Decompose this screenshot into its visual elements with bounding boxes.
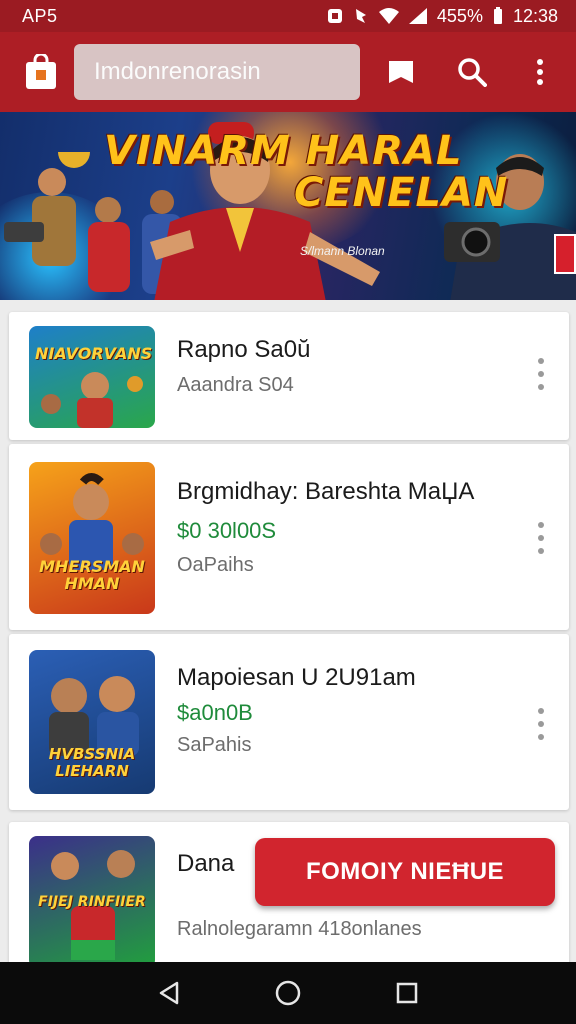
store-bag-icon[interactable] <box>24 52 58 90</box>
more-vert-icon[interactable] <box>535 708 547 740</box>
item-subtitle: SaPahis <box>177 734 252 756</box>
carrier-label: AP5 <box>22 5 58 26</box>
item-title: Mapoiesan U 2U91am <box>177 664 416 691</box>
banner-title-line2: CENELAN <box>294 170 509 216</box>
item-subtitle: OaPaihs <box>177 554 254 576</box>
alert-icon <box>355 9 366 23</box>
list-item[interactable]: NIAVORVANS Rapno Sa0ŭ Aaandra S04 <box>9 312 569 440</box>
app-thumbnail: HVBSSNIA LIEHARN <box>29 650 155 794</box>
item-price: $a0n0B <box>177 700 253 725</box>
app-thumbnail: NIAVORVANS <box>29 326 155 428</box>
thumbnail-title: NIAVORVANS <box>35 344 153 363</box>
banner-badge-icon <box>554 234 576 274</box>
primary-action-button[interactable]: FOMOIY NIEĦUE <box>255 838 555 906</box>
item-title: Dana <box>177 850 235 877</box>
promo-banner[interactable]: VINARM HARAL CENELAN S/lmann Blonan <box>0 112 576 300</box>
banner-subtitle: S/lmann Blonan <box>300 244 385 258</box>
status-bar: AP5 455% 12:38 <box>0 0 576 32</box>
more-vert-icon[interactable] <box>522 54 558 90</box>
list-item[interactable]: MHERSMAN HMAN Brgmidhay: Bareshta MaЏA $… <box>9 444 569 630</box>
back-icon[interactable] <box>149 973 189 1013</box>
banner-title-line1: VINARM HARAL <box>104 128 463 174</box>
search-icon[interactable] <box>454 54 490 90</box>
thumbnail-title: MHERSMAN HMAN <box>39 557 145 593</box>
battery-icon <box>493 7 502 24</box>
search-input[interactable]: Imdonrenorasin <box>74 44 360 100</box>
list-item[interactable]: HVBSSNIA LIEHARN Mapoiesan U 2U91am $a0n… <box>9 634 569 810</box>
battery-level: 455% <box>436 5 483 26</box>
thumbnail-title: HVBSSNIA LIEHARN <box>48 745 136 780</box>
more-vert-icon[interactable] <box>535 358 547 390</box>
item-price: $0 30l00S <box>177 518 277 543</box>
notification-icon <box>327 9 342 23</box>
recents-icon[interactable] <box>387 973 427 1013</box>
app-bar: Imdonrenorasin <box>0 32 576 112</box>
system-nav-bar <box>0 962 576 1024</box>
banner-title: VINARM HARAL CENELAN <box>104 128 509 216</box>
signal-icon <box>408 8 427 24</box>
item-title: Rapno Sa0ŭ <box>177 336 311 363</box>
app-thumbnail: MHERSMAN HMAN <box>29 462 155 614</box>
home-icon[interactable] <box>268 973 308 1013</box>
item-title: Brgmidhay: Bareshta MaЏA <box>177 478 475 505</box>
wifi-icon <box>378 8 399 24</box>
item-subtitle: Aaandra S04 <box>177 374 294 396</box>
app-thumbnail: FIJEJ RINFIIER <box>29 836 155 968</box>
item-subtitle: Ralnolegaramn 418onlanes <box>177 918 422 940</box>
status-icons: 455% 12:38 <box>327 6 558 27</box>
thumbnail-title: FIJEJ RINFIIER <box>38 894 146 910</box>
clock: 12:38 <box>512 5 558 26</box>
more-vert-icon[interactable] <box>535 522 547 554</box>
bookmark-icon[interactable] <box>383 54 419 90</box>
